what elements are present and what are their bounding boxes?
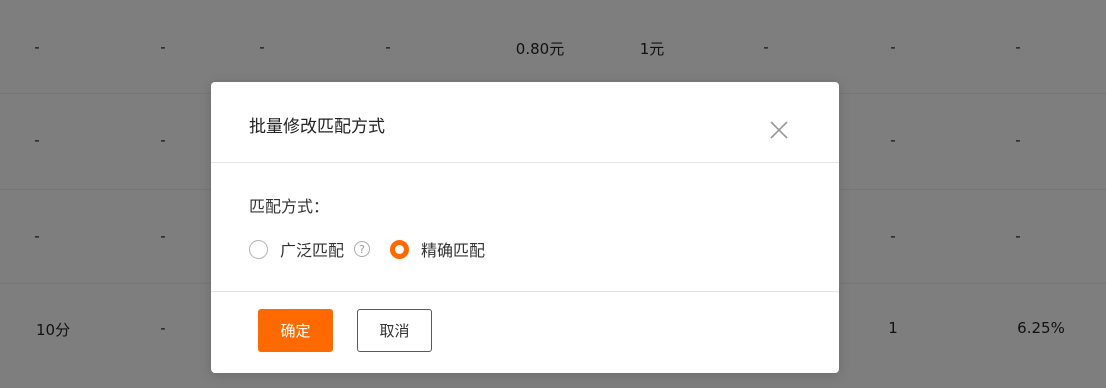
table-cell: 10分 <box>36 321 71 339</box>
match-type-radio-group: 广泛匹配 ? 精确匹配 <box>249 237 499 261</box>
table-cell: 1 <box>888 319 898 337</box>
table-cell: - <box>34 131 40 149</box>
table-cell: - <box>1015 227 1021 245</box>
dialog-title: 批量修改匹配方式 <box>249 117 385 137</box>
table-cell: - <box>160 38 166 56</box>
table-cell: 1元 <box>639 40 665 58</box>
batch-match-type-dialog: 批量修改匹配方式 匹配方式： 广泛匹配 ? 精确匹配 确定 取消 <box>211 82 839 373</box>
radio-button-broad[interactable] <box>249 239 268 259</box>
table-cell: - <box>160 131 166 149</box>
table-cell: - <box>34 227 40 245</box>
radio-option-broad-match[interactable]: 广泛匹配 ? <box>249 237 376 261</box>
radio-button-exact[interactable] <box>390 239 410 259</box>
table-cell: 0.80元 <box>515 40 565 58</box>
close-icon[interactable] <box>767 118 791 142</box>
table-cell: - <box>1015 38 1021 56</box>
match-type-label: 匹配方式： <box>249 197 330 216</box>
radio-label-exact: 精确匹配 <box>421 241 486 260</box>
table-cell: - <box>34 38 40 56</box>
table-cell: - <box>763 38 769 56</box>
table-cell: - <box>1015 131 1021 149</box>
dialog-body: 匹配方式： 广泛匹配 ? 精确匹配 <box>211 163 839 291</box>
cancel-button[interactable]: 取消 <box>357 309 432 352</box>
table-cell: - <box>890 227 896 245</box>
table-cell: - <box>890 38 896 56</box>
confirm-button[interactable]: 确定 <box>258 309 333 352</box>
dialog-footer: 确定 取消 <box>211 291 839 374</box>
table-cell: - <box>259 38 265 56</box>
dialog-header: 批量修改匹配方式 <box>211 82 839 163</box>
table-cell: - <box>385 38 391 56</box>
table-cell: 6.25% <box>1017 319 1065 337</box>
radio-option-exact-match[interactable]: 精确匹配 <box>390 237 485 261</box>
table-cell: - <box>160 227 166 245</box>
table-cell: - <box>890 131 896 149</box>
table-cell: - <box>160 319 166 337</box>
radio-label-broad: 广泛匹配 <box>280 241 345 260</box>
help-icon[interactable]: ? <box>354 241 371 257</box>
